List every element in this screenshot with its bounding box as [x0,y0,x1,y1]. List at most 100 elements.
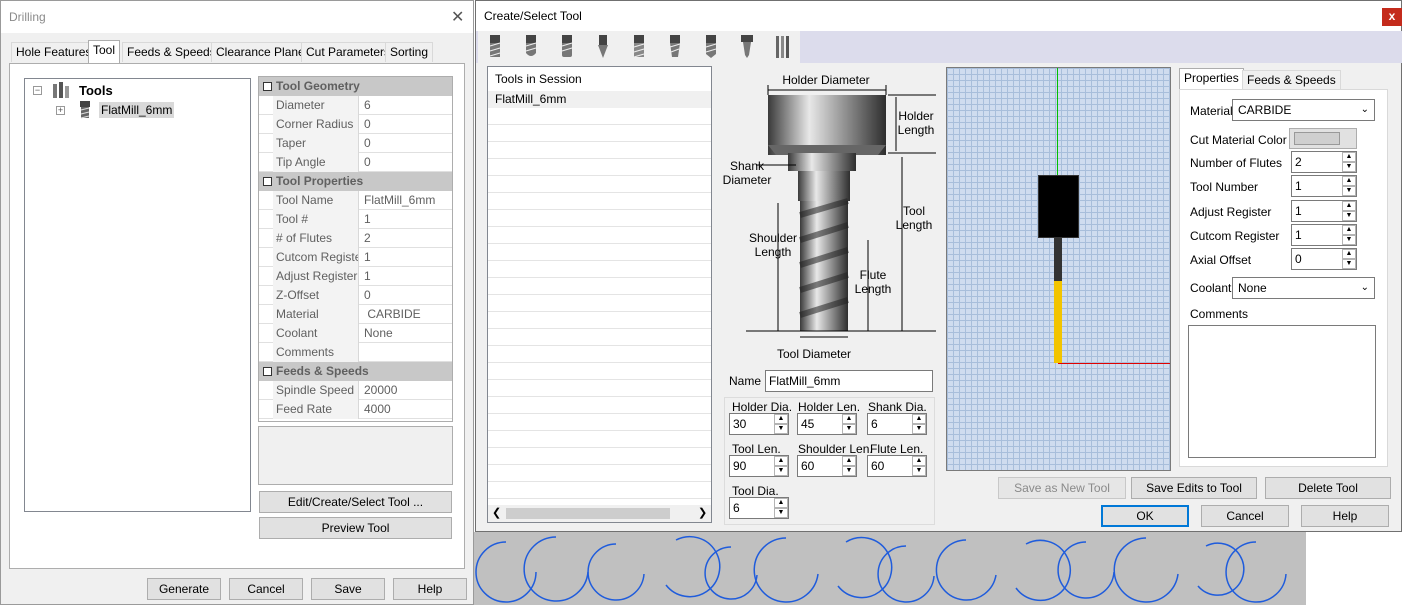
spin-up-icon[interactable]: ▲ [1342,225,1356,235]
tools-tree[interactable]: − Tools + FlatMill_6mm [24,78,251,512]
grid-value[interactable]: 0 [360,286,452,305]
grid-value[interactable]: 4000 [360,400,452,419]
scroll-right-icon[interactable]: ❯ [698,506,707,519]
grid-value[interactable]: 6 [360,96,452,115]
grid-value[interactable]: 0 [360,153,452,172]
grid-row-material[interactable]: Material CARBIDE [259,305,452,324]
flutes-spinner[interactable]: ▲ ▼ [1342,152,1356,172]
spin-up-icon[interactable]: ▲ [1342,152,1356,162]
cut-color-swatch[interactable] [1289,128,1357,149]
grid-value[interactable]: 20000 [360,381,452,400]
cancel-button[interactable]: Cancel [229,578,303,600]
tree-root-label[interactable]: Tools [79,83,113,98]
holder-len-spinner[interactable]: ▲ ▼ [842,414,856,434]
corner-round-icon[interactable] [630,35,648,59]
spin-down-icon[interactable]: ▼ [1342,186,1356,196]
cutcom-register-spinner[interactable]: ▲ ▼ [1342,225,1356,245]
tools-in-session-list[interactable]: Tools in Session FlatMill_6mm ❮ ❯ [487,66,712,523]
spin-up-icon[interactable]: ▲ [1342,249,1356,259]
spin-up-icon[interactable]: ▲ [1342,201,1356,211]
coolant-select[interactable]: None ⌄ [1232,277,1375,299]
grid-row-spindle-speed[interactable]: Spindle Speed 20000 [259,381,452,400]
bull-mill-icon[interactable] [558,35,576,59]
grid-value[interactable]: 1 [360,248,452,267]
grid-value[interactable]: 0 [360,115,452,134]
spin-up-icon[interactable]: ▲ [774,414,788,424]
spin-up-icon[interactable]: ▲ [912,414,926,424]
grid-value[interactable]: 1 [360,210,452,229]
tab-hole-features[interactable]: Hole Features [11,42,97,62]
tab-feeds-speeds[interactable]: Feeds & Speeds [122,42,221,62]
drill-icon[interactable] [702,35,720,59]
tab-cut-parameters[interactable]: Cut Parameters [301,42,396,62]
tab-sorting[interactable]: Sorting [385,42,434,62]
horizontal-scrollbar[interactable]: ❮ ❯ [488,505,711,522]
spin-up-icon[interactable]: ▲ [774,456,788,466]
holder-dia-spinner[interactable]: ▲ ▼ [774,414,788,434]
spin-up-icon[interactable]: ▲ [1342,176,1356,186]
shank-dia-spinner[interactable]: ▲ ▼ [912,414,926,434]
grid-row-tip-angle[interactable]: Tip Angle 0 [259,153,452,172]
grid-row-comments[interactable]: Comments [259,343,452,362]
comments-textarea[interactable] [1188,325,1376,458]
category-tool-properties[interactable]: Tool Properties [259,172,452,191]
ok-button[interactable]: OK [1101,505,1189,527]
help-button[interactable]: Help [393,578,467,600]
edit-create-select-tool-button[interactable]: Edit/Create/Select Tool ... [259,491,452,513]
category-tool-geometry[interactable]: Tool Geometry [259,77,452,96]
spin-down-icon[interactable]: ▼ [774,466,788,476]
grid-row-taper[interactable]: Taper 0 [259,134,452,153]
grid-row-flutes[interactable]: # of Flutes 2 [259,229,452,248]
grid-value[interactable]: CARBIDE [360,305,452,324]
scroll-left-icon[interactable]: ❮ [492,506,501,519]
grid-row-diameter[interactable]: Diameter 6 [259,96,452,115]
taper-mill-icon[interactable] [666,35,684,59]
expand-icon[interactable]: + [56,106,65,115]
grid-row-corner-radius[interactable]: Corner Radius 0 [259,115,452,134]
spin-up-icon[interactable]: ▲ [912,456,926,466]
help-button[interactable]: Help [1301,505,1389,527]
save-edits-button[interactable]: Save Edits to Tool [1131,477,1257,499]
tab-feeds-speeds[interactable]: Feeds & Speeds [1242,70,1341,89]
preview-tool-button[interactable]: Preview Tool [259,517,452,539]
grid-row-coolant[interactable]: Coolant None [259,324,452,343]
grid-row-tool-name[interactable]: Tool Name FlatMill_6mm [259,191,452,210]
spin-down-icon[interactable]: ▼ [1342,259,1356,269]
grid-value[interactable]: None [360,324,452,343]
spin-down-icon[interactable]: ▼ [912,424,926,434]
tab-tool[interactable]: Tool [88,40,121,63]
grid-row-tool-number[interactable]: Tool #1 [259,210,452,229]
spin-down-icon[interactable]: ▼ [1342,162,1356,172]
spin-down-icon[interactable]: ▼ [1342,211,1356,221]
tool-name-input[interactable]: FlatMill_6mm [765,370,933,392]
grid-row-adjust-register[interactable]: Adjust Register 1 [259,267,452,286]
grid-value[interactable]: FlatMill_6mm [360,191,452,210]
spin-down-icon[interactable]: ▼ [842,466,856,476]
spin-down-icon[interactable]: ▼ [774,508,788,518]
adjust-register-spinner[interactable]: ▲ ▼ [1342,201,1356,221]
ball-mill-icon[interactable] [522,35,540,59]
save-as-new-tool-button[interactable]: Save as New Tool [998,477,1126,499]
grid-value[interactable]: 1 [360,267,452,286]
material-select[interactable]: CARBIDE ⌄ [1232,99,1375,121]
flat-mill-icon[interactable] [486,35,504,59]
thread-mill-icon[interactable] [774,35,792,59]
spin-up-icon[interactable]: ▲ [774,498,788,508]
grid-row-z-offset[interactable]: Z-Offset 0 [259,286,452,305]
cancel-button[interactable]: Cancel [1201,505,1289,527]
grid-row-cutcom[interactable]: Cutcom Registe 1 [259,248,452,267]
spin-down-icon[interactable]: ▼ [912,466,926,476]
grid-value[interactable]: 0 [360,134,452,153]
session-item[interactable]: FlatMill_6mm [488,91,711,108]
close-button[interactable]: x [1382,8,1402,26]
spin-down-icon[interactable]: ▼ [774,424,788,434]
spin-up-icon[interactable]: ▲ [842,456,856,466]
tab-properties[interactable]: Properties [1179,68,1244,90]
grid-value[interactable]: 2 [360,229,452,248]
tool-preview-viewport[interactable] [946,67,1171,471]
close-icon[interactable]: ✕ [451,7,464,27]
spin-down-icon[interactable]: ▼ [1342,235,1356,245]
collapse-icon[interactable]: − [33,86,42,95]
tab-clearance-plane[interactable]: Clearance Plane [211,42,310,62]
save-button[interactable]: Save [311,578,385,600]
